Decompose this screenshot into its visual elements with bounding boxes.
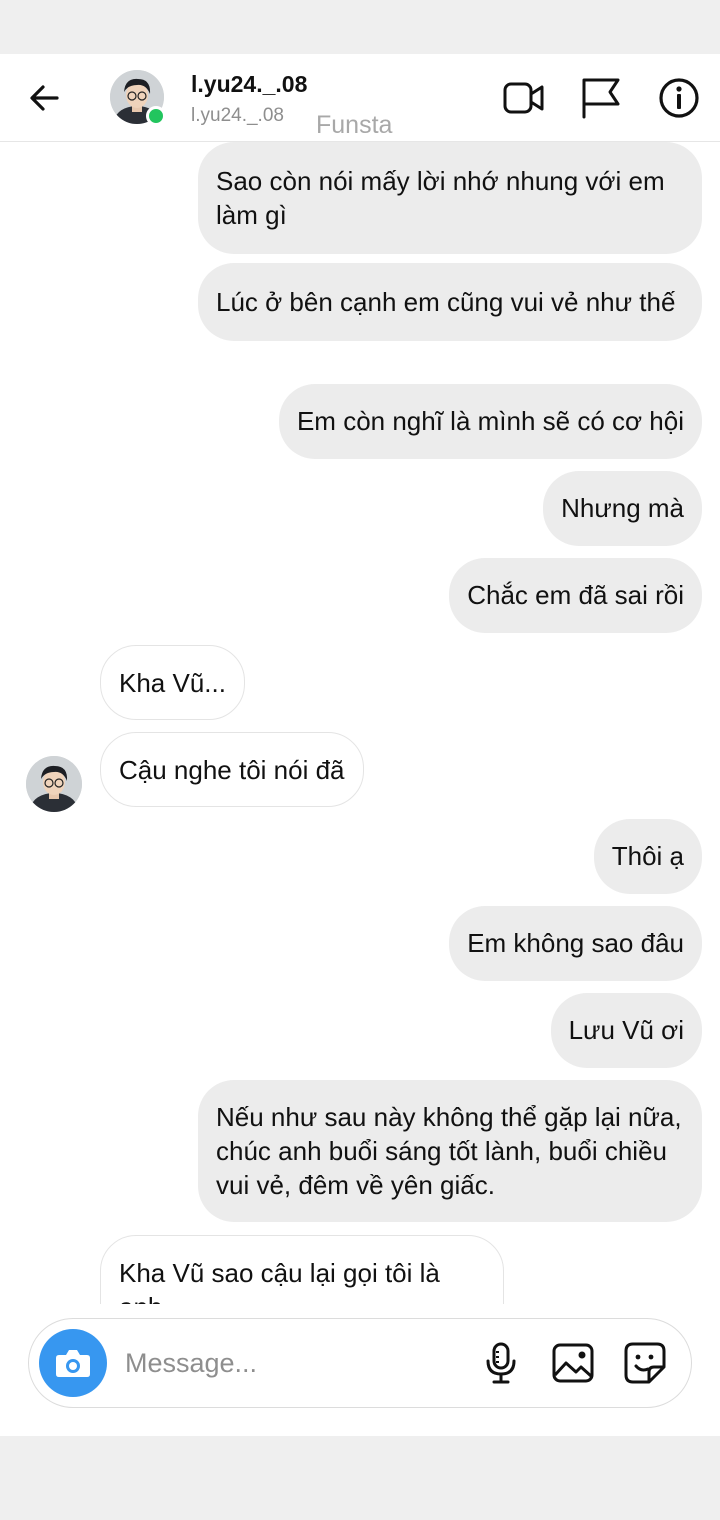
message-bubble[interactable]: Lúc ở bên cạnh em cũng vui vẻ như thế bbox=[198, 263, 702, 341]
camera-button[interactable] bbox=[39, 1329, 107, 1397]
navigation-bar-area bbox=[0, 1436, 720, 1520]
contact-avatar[interactable] bbox=[110, 70, 166, 126]
info-icon[interactable] bbox=[656, 75, 702, 121]
flag-icon[interactable] bbox=[578, 75, 624, 121]
contact-name[interactable]: l.yu24._.08 bbox=[191, 71, 307, 98]
message-bubble[interactable]: Thôi ạ bbox=[593, 819, 702, 894]
message-bubble[interactable]: Em không sao đâu bbox=[449, 906, 702, 981]
message-bubble[interactable]: Sao còn nói mấy lời nhớ nhung với em làm… bbox=[198, 142, 702, 254]
message-bubble[interactable]: Cậu nghe tôi nói đã bbox=[100, 732, 364, 807]
account-tag: Funsta bbox=[316, 111, 393, 139]
gallery-icon[interactable] bbox=[549, 1339, 597, 1387]
online-status-dot bbox=[146, 106, 166, 126]
camera-icon bbox=[56, 1350, 90, 1377]
dm-screen: l.yu24._.08 l.yu24._.08 Funsta Sao còn n… bbox=[0, 0, 720, 1520]
back-arrow-icon[interactable] bbox=[24, 78, 64, 118]
message-bubble[interactable]: Kha Vũ... bbox=[100, 645, 245, 720]
status-bar-area bbox=[0, 0, 720, 54]
sticker-icon[interactable] bbox=[621, 1339, 669, 1387]
microphone-icon[interactable] bbox=[477, 1339, 525, 1387]
message-bubble[interactable]: Kha Vũ sao cậu lại gọi tôi là anh bbox=[100, 1235, 504, 1304]
sender-avatar[interactable] bbox=[26, 756, 82, 812]
chat-header: l.yu24._.08 l.yu24._.08 Funsta bbox=[0, 54, 720, 142]
message-list[interactable]: Sao còn nói mấy lời nhớ nhung với em làm… bbox=[0, 142, 720, 1304]
message-input[interactable] bbox=[125, 1343, 455, 1383]
contact-username: l.yu24._.08 bbox=[191, 105, 284, 126]
message-bubble[interactable]: Em còn nghĩ là mình sẽ có cơ hội bbox=[278, 384, 702, 459]
message-composer bbox=[28, 1318, 692, 1408]
video-call-icon[interactable] bbox=[500, 75, 546, 121]
message-bubble[interactable]: Nếu như sau này không thể gặp lại nữa, c… bbox=[198, 1080, 702, 1222]
message-bubble[interactable]: Nhưng mà bbox=[543, 471, 702, 546]
message-bubble[interactable]: Chắc em đã sai rồi bbox=[449, 558, 702, 633]
message-bubble[interactable]: Lưu Vũ ơi bbox=[550, 993, 702, 1068]
